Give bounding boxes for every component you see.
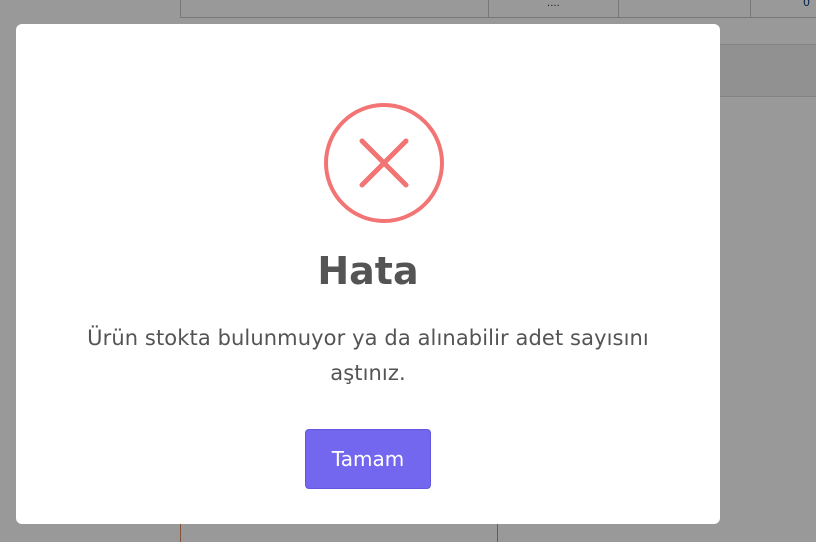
error-x-icon [323, 102, 445, 224]
dialog-title: Hata [317, 249, 419, 293]
confirm-button[interactable]: Tamam [305, 429, 431, 489]
error-dialog: Hata Ürün stokta bulunmuyor ya da alınab… [16, 24, 720, 524]
dialog-message: Ürün stokta bulunmuyor ya da alınabilir … [87, 326, 649, 385]
